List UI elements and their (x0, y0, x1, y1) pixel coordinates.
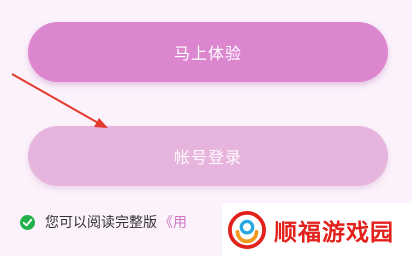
watermark-badge: 顺福游戏园 (222, 203, 412, 256)
try-now-button[interactable]: 马上体验 (28, 22, 388, 82)
account-login-label: 帐号登录 (173, 148, 242, 167)
try-now-label: 马上体验 (173, 44, 242, 63)
agreement-text: 您可以阅读完整版 (45, 215, 157, 231)
login-choice-screen: 马上体验 帐号登录 您可以阅读完整版 《用 顺福游戏园 (0, 0, 412, 256)
agreement-row: 您可以阅读完整版 《用 (20, 211, 187, 233)
check-circle-icon[interactable] (20, 214, 35, 230)
account-login-button[interactable]: 帐号登录 (28, 126, 388, 186)
user-agreement-link[interactable]: 《用 (159, 212, 187, 232)
watermark-logo-icon (228, 210, 266, 249)
watermark-text: 顺福游戏园 (274, 219, 394, 246)
